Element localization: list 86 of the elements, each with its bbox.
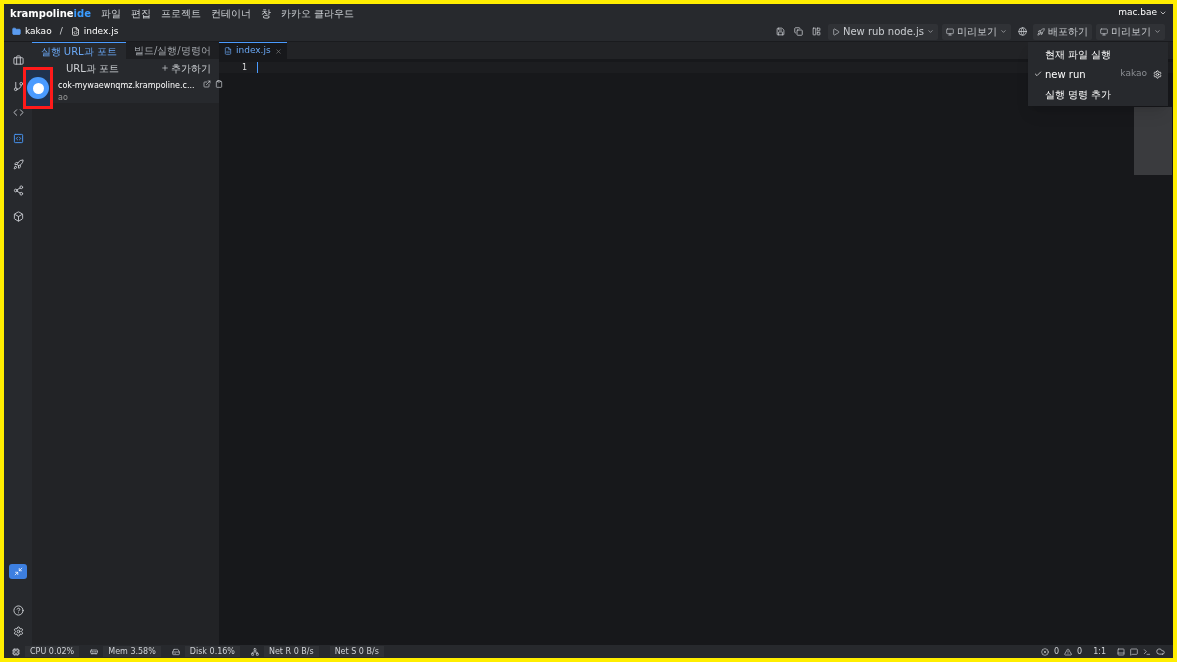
error-count: 0	[1053, 645, 1060, 658]
collapse-button[interactable]	[9, 564, 27, 579]
drive-icon	[171, 647, 180, 656]
breadcrumb-item[interactable]: index.js	[70, 24, 119, 39]
dropdown-button[interactable]: New rub node.js	[827, 23, 938, 40]
breadcrumb-item[interactable]: kakao	[12, 24, 52, 39]
menu-item[interactable]: 프로젝트	[160, 5, 201, 21]
path-separator: /	[59, 24, 63, 38]
warning-count: 0	[1077, 645, 1083, 658]
rocket-icon	[1037, 27, 1045, 36]
chip-icon	[12, 647, 20, 656]
dropdown-button[interactable]: 미리보기	[942, 23, 1011, 40]
menu-item[interactable]: 파일	[100, 5, 121, 21]
toolbar-button[interactable]	[809, 24, 824, 39]
chat-icon[interactable]	[1130, 647, 1138, 656]
app-logo: krampolineide	[10, 6, 91, 21]
layout-icon	[812, 27, 822, 36]
toolbar-button[interactable]	[773, 24, 788, 39]
panel-tab[interactable]: 실행 URL과 포트	[32, 42, 126, 59]
text-cursor	[257, 62, 258, 73]
panel-icon[interactable]	[1117, 647, 1125, 656]
code-square-icon	[12, 132, 24, 144]
save-icon	[776, 27, 786, 36]
external-link-icon[interactable]	[202, 80, 211, 88]
caret-icon	[1154, 28, 1161, 35]
menu-item[interactable]: new run kakao	[1028, 64, 1168, 84]
caret-icon	[927, 28, 934, 35]
cursor-position: 1:1	[1093, 645, 1106, 658]
line-number: 1	[240, 62, 248, 73]
url-text[interactable]: cok-mywaewnqmz.krampoline.c...	[58, 80, 195, 92]
plus-icon	[161, 64, 169, 72]
network-icon	[250, 647, 259, 656]
url-subtext: ao	[58, 92, 69, 104]
toolbar-button[interactable]: 배포하기	[1033, 23, 1092, 40]
user-menu[interactable]: mac.bae	[1118, 6, 1167, 20]
record-button[interactable]	[27, 77, 49, 99]
collapse-icon	[13, 567, 23, 576]
file-icon	[70, 27, 80, 36]
caret-icon	[1159, 9, 1167, 17]
status-metric: Net S 0 B/s	[329, 646, 384, 657]
dropdown-button[interactable]: 미리보기	[1096, 23, 1165, 40]
menu-item[interactable]: 창	[260, 5, 271, 21]
menu-item-label: 실행 명령 추가	[1045, 87, 1112, 102]
menu-item[interactable]: 실행 명령 추가	[1028, 84, 1168, 104]
share-icon	[12, 184, 24, 196]
cloud-icon[interactable]	[1156, 647, 1165, 656]
status-metric: Net R 0 B/s	[263, 646, 319, 657]
terminal-icon[interactable]	[1143, 647, 1151, 656]
briefcase-icon	[12, 54, 24, 66]
menu-item[interactable]: 현재 파일 실행	[1028, 44, 1168, 64]
clipboard-icon[interactable]	[214, 80, 223, 88]
editor-tab[interactable]: index.js	[219, 42, 287, 59]
scroll-thumb	[1134, 107, 1172, 175]
caret-icon	[1000, 28, 1007, 35]
menu-item[interactable]: 카카오 클라우드	[280, 5, 355, 21]
monitor-icon	[1100, 27, 1108, 36]
settings-icon[interactable]	[12, 626, 24, 637]
rocket-icon	[12, 158, 24, 170]
status-metric: Mem 3.58%	[103, 646, 161, 657]
section-heading: URL과 포트	[66, 61, 120, 76]
play-icon	[831, 27, 840, 36]
toolbar-button[interactable]	[1015, 24, 1029, 39]
toolbar-button[interactable]	[791, 24, 806, 39]
status-metric: CPU 0.02%	[25, 646, 80, 657]
folder-icon	[12, 27, 21, 36]
activity-button[interactable]	[10, 52, 26, 68]
menu-item[interactable]: 편집	[130, 5, 151, 21]
globe-icon	[1017, 27, 1027, 36]
status-metric: Disk 0.16%	[184, 646, 240, 657]
error-icon[interactable]	[1040, 647, 1049, 656]
menu-item-label: new run	[1045, 67, 1086, 82]
close-icon[interactable]	[274, 47, 282, 55]
branch-icon	[12, 80, 24, 92]
menu-item[interactable]: 컨테이너	[210, 5, 251, 21]
add-button[interactable]: 추가하기	[161, 60, 211, 76]
menu-item-label: 현재 파일 실행	[1045, 47, 1112, 62]
monitor-icon	[946, 27, 954, 36]
box-icon	[12, 210, 24, 222]
help-icon[interactable]	[12, 605, 24, 616]
panel-tab[interactable]: 빌드/실행/명령어	[125, 42, 219, 59]
file-icon	[224, 47, 232, 55]
warning-icon[interactable]	[1064, 647, 1073, 656]
copy-icon	[794, 27, 804, 36]
code-icon	[12, 106, 24, 118]
memory-icon	[90, 647, 99, 656]
menu-item-tag: kakao	[1120, 67, 1147, 81]
